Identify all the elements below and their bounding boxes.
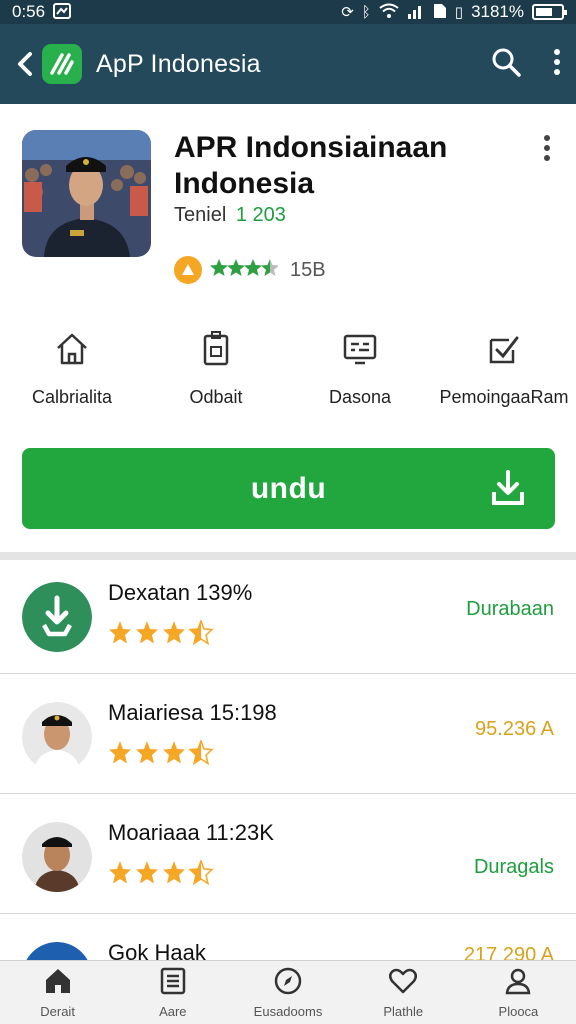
rating-count: 15B <box>290 258 326 281</box>
sync-icon: ⟳ <box>341 3 354 21</box>
blue-badge-avatar <box>22 942 92 960</box>
nav-label: Aare <box>159 1004 187 1019</box>
list-item[interactable]: Maiariesa 15:198 95.236 A <box>0 680 576 794</box>
category-item-checkbox[interactable]: PemoingaaRam <box>432 330 576 420</box>
monitor-icon <box>341 330 379 373</box>
app-more-icon[interactable] <box>542 134 552 167</box>
list-item-status: 217 290 A <box>463 944 554 960</box>
list-icon <box>158 966 188 1001</box>
bluetooth-icon: ᛒ <box>361 3 371 21</box>
bottom-nav: Derait Aare Eusadooms Plathle Plooca <box>0 960 576 1024</box>
download-label: undu <box>250 471 327 505</box>
heart-icon <box>388 966 418 1001</box>
list-item[interactable]: Moariaaa 11:23K Duragals <box>0 800 576 914</box>
sim-icon <box>433 3 447 22</box>
app-meta-label: Teniel <box>174 204 227 226</box>
compass-icon <box>273 966 303 1001</box>
nav-item-favorites[interactable]: Plathle <box>346 961 461 1024</box>
list-item[interactable]: Gok Haak 217 290 A <box>0 920 576 960</box>
nav-label: Eusadooms <box>253 1004 323 1019</box>
list-item[interactable]: Dexatan 139% Durabaan <box>0 560 576 674</box>
app-list: Dexatan 139% Durabaan Maiariesa 15:198 9… <box>0 560 576 960</box>
person-avatar <box>22 822 92 892</box>
profile-icon <box>503 966 533 1001</box>
list-item-status: Durabaan <box>466 598 554 620</box>
nav-item-compass[interactable]: Eusadooms <box>230 961 345 1024</box>
category-label: PemoingaaRam <box>439 387 569 407</box>
app-meta: Teniel 1 203 <box>174 204 286 227</box>
nav-item-home[interactable]: Derait <box>0 961 115 1024</box>
category-item-monitor[interactable]: Dasona <box>288 330 432 420</box>
nav-item-profile[interactable]: Plooca <box>461 961 576 1024</box>
rating-stars <box>210 258 279 283</box>
status-time: 0:56 <box>12 2 46 21</box>
section-divider <box>0 552 576 560</box>
app-bar-title: ApP Indonesia <box>96 49 261 78</box>
list-item-status: 95.236 A <box>475 718 554 740</box>
category-item-home[interactable]: Calbrialita <box>0 330 144 420</box>
download-icon <box>491 470 525 511</box>
vibrate-icon: ▯ <box>454 3 464 21</box>
person-avatar <box>22 702 92 772</box>
battery-percent: 3181% <box>471 2 524 21</box>
search-icon[interactable] <box>490 46 522 83</box>
app-logo-icon <box>42 44 82 84</box>
category-item-badge[interactable]: Odbait <box>144 330 288 420</box>
download-circle-icon <box>22 582 92 652</box>
app-bar: ApP Indonesia <box>0 24 576 104</box>
wifi-icon <box>379 3 399 22</box>
home-icon <box>53 330 91 373</box>
list-item-title: Dexatan 139% <box>108 580 253 605</box>
app-thumbnail <box>22 130 151 257</box>
app-meta-value: 1 203 <box>235 204 286 226</box>
category-row: Calbrialita Odbait Dasona PemoingaaRam <box>0 330 576 420</box>
nav-item-list[interactable]: Aare <box>115 961 230 1024</box>
app-header: APR Indonsiainaan Indonesia Teniel 1 203… <box>0 104 576 304</box>
home-icon <box>43 966 73 1001</box>
category-label: Odbait <box>189 387 243 407</box>
list-item-title: Gok Haak <box>108 940 206 960</box>
app-name: APR Indonsiainaan Indonesia <box>174 131 448 200</box>
list-item-status: Duragals <box>473 856 554 878</box>
list-item-stars <box>108 740 218 766</box>
category-label: Calbrialita <box>31 387 113 407</box>
back-icon[interactable] <box>6 24 42 104</box>
nav-label: Plooca <box>498 1004 539 1019</box>
category-label: Dasona <box>328 387 392 407</box>
list-item-stars <box>108 620 218 646</box>
battery-icon <box>532 4 567 20</box>
nav-label: Derait <box>40 1004 75 1019</box>
gallery-icon <box>53 2 72 22</box>
badge-icon <box>197 330 235 373</box>
status-bar: 0:56 ⟳ ᛒ ▯ 3181% <box>0 0 576 24</box>
list-item-stars <box>108 860 218 886</box>
list-item-title: Moariaaa 11:23K <box>108 820 274 845</box>
list-item-title: Maiariesa 15:198 <box>108 700 277 725</box>
more-vertical-icon[interactable] <box>552 48 562 81</box>
rating-badge-icon <box>174 256 202 284</box>
rating-row: 15B <box>174 256 326 284</box>
signal-icon <box>407 3 425 22</box>
checkbox-icon <box>485 330 523 373</box>
nav-label: Plathle <box>383 1004 424 1019</box>
download-button[interactable]: undu <box>22 448 555 529</box>
